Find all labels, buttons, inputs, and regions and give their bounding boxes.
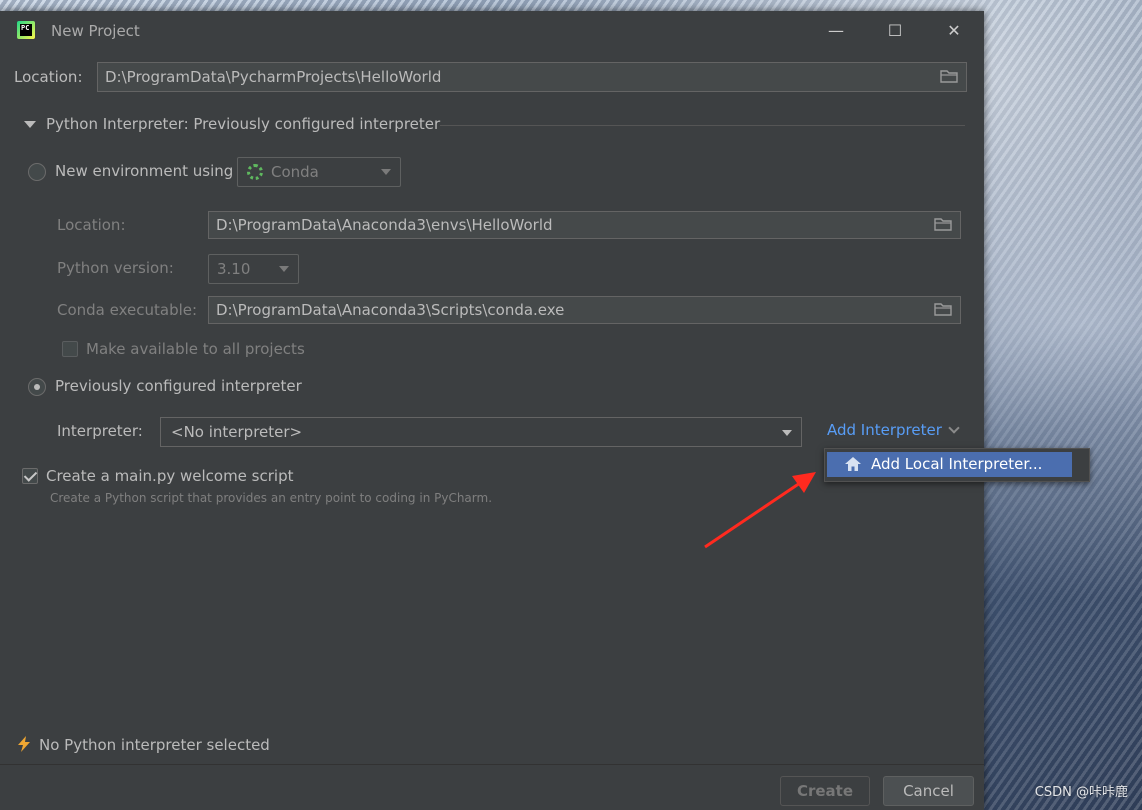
window-title: New Project — [51, 22, 140, 40]
chevron-down-icon — [948, 422, 960, 434]
status-message: No Python interpreter selected — [15, 735, 270, 754]
interpreter-select[interactable]: <No interpreter> — [160, 417, 802, 447]
make-available-label: Make available to all projects — [86, 340, 305, 358]
python-version-label: Python version: — [57, 259, 174, 277]
conda-spinner-icon — [247, 164, 263, 180]
new-environment-radio[interactable] — [28, 163, 46, 181]
minimize-button[interactable]: — — [821, 16, 851, 46]
previous-interpreter-radio[interactable] — [28, 378, 46, 396]
project-location-value: D:\ProgramData\PycharmProjects\HelloWorl… — [105, 68, 442, 86]
conda-executable-value: D:\ProgramData\Anaconda3\Scripts\conda.e… — [216, 301, 565, 319]
title-bar[interactable]: PC New Project — ☐ ✕ — [0, 11, 984, 51]
previous-interpreter-label: Previously configured interpreter — [55, 377, 302, 395]
close-button[interactable]: ✕ — [939, 16, 969, 46]
welcome-script-label: Create a main.py welcome script — [46, 467, 294, 485]
new-project-dialog: PC New Project — ☐ ✕ Location: D:\Progra… — [0, 11, 984, 810]
project-location-label: Location: — [14, 68, 83, 86]
add-interpreter-label: Add Interpreter — [827, 421, 942, 439]
maximize-button[interactable]: ☐ — [880, 16, 910, 46]
welcome-script-checkbox[interactable] — [22, 468, 38, 484]
add-interpreter-link[interactable]: Add Interpreter — [827, 421, 960, 439]
folder-icon[interactable] — [934, 303, 952, 316]
chevron-down-icon — [381, 169, 391, 175]
watermark: CSDN @咔咔鹿 — [1034, 785, 1128, 800]
status-text: No Python interpreter selected — [39, 736, 270, 754]
pycharm-logo-icon: PC — [17, 21, 35, 39]
add-local-interpreter-label: Add Local Interpreter... — [871, 455, 1043, 473]
python-version-dropdown[interactable]: 3.10 — [208, 254, 299, 284]
interpreter-select-value: <No interpreter> — [171, 423, 303, 441]
interpreter-section-header[interactable]: Python Interpreter: Previously configure… — [24, 115, 965, 137]
folder-icon[interactable] — [940, 70, 958, 83]
env-location-value: D:\ProgramData\Anaconda3\envs\HelloWorld — [216, 216, 553, 234]
cancel-button[interactable]: Cancel — [883, 776, 974, 806]
chevron-down-icon — [782, 430, 792, 436]
env-location-field[interactable]: D:\ProgramData\Anaconda3\envs\HelloWorld — [208, 211, 961, 239]
project-location-field[interactable]: D:\ProgramData\PycharmProjects\HelloWorl… — [97, 62, 967, 92]
conda-executable-field[interactable]: D:\ProgramData\Anaconda3\Scripts\conda.e… — [208, 296, 961, 324]
folder-icon[interactable] — [934, 218, 952, 231]
home-icon — [845, 457, 861, 471]
footer-divider — [0, 764, 984, 765]
create-button[interactable]: Create — [780, 776, 870, 806]
chevron-down-icon — [279, 266, 289, 272]
make-available-checkbox[interactable] — [62, 341, 78, 357]
collapse-triangle-icon[interactable] — [24, 121, 36, 128]
add-local-interpreter-item[interactable]: Add Local Interpreter... — [827, 452, 1072, 477]
conda-executable-label: Conda executable: — [57, 301, 198, 319]
env-location-label: Location: — [57, 216, 126, 234]
environment-tool-dropdown[interactable]: Conda — [237, 157, 401, 187]
interpreter-section-title: Python Interpreter: Previously configure… — [46, 115, 441, 133]
lightning-warning-icon — [18, 736, 30, 752]
interpreter-label: Interpreter: — [57, 422, 143, 440]
annotation-arrow-icon — [704, 472, 816, 549]
new-environment-label: New environment using — [55, 162, 234, 180]
add-interpreter-popup: Add Local Interpreter... — [824, 448, 1090, 482]
section-divider — [440, 125, 965, 126]
environment-tool-value: Conda — [271, 163, 319, 181]
welcome-script-hint: Create a Python script that provides an … — [50, 491, 493, 505]
python-version-value: 3.10 — [217, 260, 251, 278]
